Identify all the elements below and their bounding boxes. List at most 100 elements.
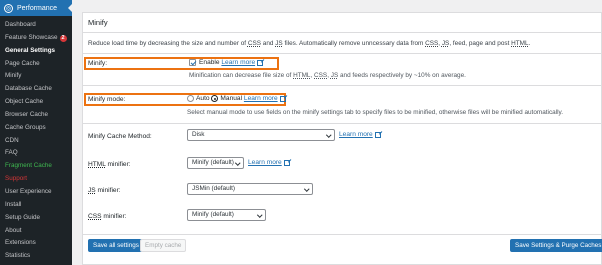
sidebar-item-setup-guide[interactable]: Setup Guide (0, 212, 72, 225)
sidebar-item-support[interactable]: Support (0, 173, 72, 186)
html-minifier-learn-more-link[interactable]: Learn more (248, 159, 282, 166)
admin-sidebar: ◎ Performance Dashboard Feature Showcase 2… (0, 0, 72, 265)
sidebar-item-dashboard[interactable]: Dashboard (0, 19, 72, 32)
cache-method-label: Minify Cache Method: (88, 133, 152, 140)
minify-mode-control: Auto Manual Learn more (187, 95, 286, 102)
minify-mode-auto-label[interactable]: Auto (196, 95, 210, 102)
css-minifier-label: CSS minifier: (88, 213, 126, 220)
sidebar-item-label: Extensions (5, 239, 36, 247)
js-minifier-label: JS minifier: (88, 187, 121, 194)
sidebar-item-label: Support (5, 175, 28, 183)
external-link-icon[interactable] (374, 131, 381, 138)
sidebar-item-statistics[interactable]: Statistics (0, 250, 72, 263)
sidebar-item-label: Feature Showcase (5, 33, 58, 41)
divider (83, 234, 601, 235)
cache-method-learn-more: Learn more (339, 131, 381, 138)
sidebar-submenu: Dashboard Feature Showcase 2 General Settin… (0, 16, 72, 263)
html-minifier-label: HTML minifier: (88, 161, 131, 168)
chevron-down-icon (325, 132, 331, 138)
sidebar-item-cdn[interactable]: CDN (0, 135, 72, 148)
chevron-down-icon (256, 212, 262, 218)
cache-method-value: Disk (192, 131, 205, 138)
html-minifier-label-text: minifier: (105, 161, 131, 168)
empty-cache-button[interactable]: Empty cache (140, 239, 187, 252)
sidebar-item-label: Cache Groups (5, 123, 46, 131)
section-description: Reduce load time by decreasing the size … (88, 40, 530, 47)
desc-text-1: Reduce load time by decreasing the size … (88, 40, 248, 47)
sidebar-item-label: CDN (5, 136, 19, 144)
divider (83, 53, 601, 54)
sidebar-item-label: Object Cache (5, 98, 44, 106)
divider (83, 85, 601, 86)
minify-mode-note: Select manual mode to use fields on the … (187, 109, 564, 116)
minify-mode-label: Minify mode: (88, 96, 126, 103)
sidebar-item-label: Minify (5, 72, 22, 80)
sidebar-item-extensions[interactable]: Extensions (0, 237, 72, 250)
notification-badge: 2 (59, 34, 67, 42)
desc-abbr-html: HTML (511, 40, 529, 47)
save-all-settings-button[interactable]: Save all settings (88, 239, 144, 252)
chevron-down-icon (303, 186, 309, 192)
cache-method-learn-more-link[interactable]: Learn more (339, 131, 373, 138)
js-abbr: JS (88, 187, 96, 194)
section-title: Minify (83, 13, 601, 33)
sidebar-item-label: Page Cache (5, 59, 40, 67)
sidebar-item-page-cache[interactable]: Page Cache (0, 58, 72, 71)
html-abbr: HTML (88, 161, 106, 168)
minify-mode-learn-more-link[interactable]: Learn more (244, 95, 278, 102)
css-minifier-select[interactable]: Minify (default) (187, 209, 266, 221)
css-minifier-value: Minify (default) (192, 211, 234, 218)
current-menu-arrow (68, 4, 72, 12)
minify-note-abbr-html: HTML (293, 72, 311, 79)
sidebar-item-label: Browser Cache (5, 110, 49, 118)
minify-note-abbr-css: CSS (314, 72, 328, 79)
minify-settings-panel: Minify Reduce load time by decreasing th… (82, 12, 602, 265)
sidebar-menu-performance[interactable]: ◎ Performance (0, 0, 72, 16)
minify-enable-control: Enable Learn more (189, 59, 264, 66)
sidebar-item-cache-groups[interactable]: Cache Groups (0, 122, 72, 135)
minify-mode-auto-radio[interactable] (187, 95, 194, 102)
external-link-icon[interactable] (257, 59, 264, 66)
sidebar-item-label: General Settings (5, 46, 56, 54)
minify-mode-manual-radio[interactable] (211, 95, 219, 102)
chevron-down-icon (234, 160, 240, 166)
minify-note-text-1: Minification can decrease file size of (189, 72, 294, 79)
sidebar-item-feature-showcase[interactable]: Feature Showcase 2 (0, 32, 72, 45)
sidebar-item-user-experience[interactable]: User Experience (0, 186, 72, 199)
sidebar-item-faq[interactable]: FAQ (0, 147, 72, 160)
minify-enable-label[interactable]: Enable (199, 59, 220, 66)
sidebar-item-database-cache[interactable]: Database Cache (0, 83, 72, 96)
divider (83, 123, 601, 124)
external-link-icon[interactable] (279, 95, 286, 102)
desc-abbr-css-2: CSS (425, 40, 439, 47)
desc-text-6: . (528, 40, 531, 47)
save-and-purge-button[interactable]: Save Settings & Purge Caches (510, 239, 602, 252)
sidebar-item-browser-cache[interactable]: Browser Cache (0, 109, 72, 122)
sidebar-item-install[interactable]: Install (0, 199, 72, 212)
sidebar-item-object-cache[interactable]: Object Cache (0, 96, 72, 109)
minify-learn-more-link[interactable]: Learn more (221, 59, 255, 66)
external-link-icon[interactable] (283, 159, 290, 166)
sidebar-item-fragment-cache[interactable]: Fragment Cache (0, 160, 72, 173)
sidebar-item-general-settings[interactable]: General Settings (0, 45, 72, 58)
sidebar-item-label: User Experience (5, 187, 52, 195)
minify-note: Minification can decrease file size of H… (189, 72, 466, 79)
sidebar-item-label: Fragment Cache (5, 162, 52, 170)
sidebar-item-label: Install (5, 200, 22, 208)
css-minifier-label-text: minifier: (101, 213, 127, 220)
desc-text-5: , feed, page and post (449, 40, 512, 47)
html-minifier-learn-more: Learn more (248, 159, 290, 166)
sidebar-item-label: Statistics (5, 252, 31, 260)
css-abbr: CSS (88, 213, 102, 220)
minify-label: Minify: (88, 60, 108, 67)
js-minifier-select[interactable]: JSMin (default) (187, 183, 313, 195)
minify-enable-checkbox[interactable] (189, 59, 196, 66)
html-minifier-select[interactable]: Minify (default) (187, 157, 244, 169)
sidebar-item-about[interactable]: About (0, 225, 72, 238)
minify-mode-manual-label[interactable]: Manual (220, 95, 242, 102)
sidebar-item-label: About (5, 226, 22, 234)
sidebar-item-minify[interactable]: Minify (0, 70, 72, 83)
performance-menu-icon: ◎ (4, 3, 13, 13)
desc-abbr-css: CSS (247, 40, 262, 47)
cache-method-select[interactable]: Disk (187, 129, 335, 141)
